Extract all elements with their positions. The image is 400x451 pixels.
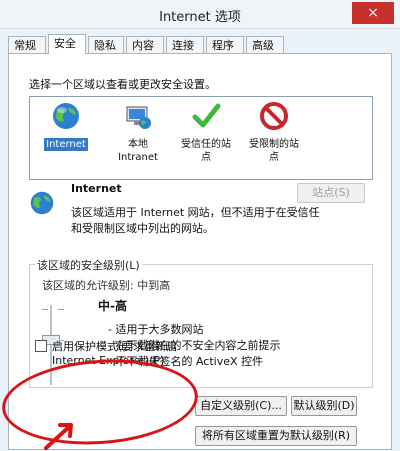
- zone-restricted-sites[interactable]: 受限制的站 点: [242, 101, 306, 164]
- red-annotation-arrow-icon: [44, 423, 73, 450]
- sites-button[interactable]: 站点(S): [297, 183, 365, 203]
- globe-icon: [30, 191, 54, 215]
- zone-prompt: 选择一个区域以查看或更改安全设置。: [29, 78, 216, 91]
- protected-mode-checkbox[interactable]: [35, 340, 47, 352]
- tab-general[interactable]: 常规: [8, 36, 46, 53]
- zone-trusted-sites[interactable]: 受信任的站 点: [174, 101, 238, 164]
- zone-label: 受限制的站: [249, 139, 299, 150]
- security-level-group-title: 该区域的安全级别(L): [35, 257, 142, 273]
- zone-label-line2: Intranet: [118, 152, 158, 163]
- custom-level-button[interactable]: 自定义级别(C)...: [195, 396, 287, 416]
- title-bar: Internet 选项 ×: [0, 0, 400, 29]
- tab-content[interactable]: 内容: [126, 36, 164, 53]
- slider-tick: [58, 309, 64, 310]
- close-button[interactable]: ×: [352, 2, 394, 24]
- slider-tick: [42, 309, 48, 310]
- zone-label: 受信任的站: [181, 139, 231, 150]
- prohibited-icon: [260, 102, 288, 130]
- tab-advanced[interactable]: 高级: [246, 36, 284, 53]
- zone-label-line2: 点: [201, 152, 211, 163]
- tab-programs[interactable]: 程序: [206, 36, 244, 53]
- intranet-computer-icon: [126, 106, 151, 129]
- zone-label: Internet: [44, 138, 88, 151]
- zone-internet[interactable]: Internet: [34, 101, 98, 151]
- security-level-name: 中-高: [98, 299, 127, 313]
- zone-local-intranet[interactable]: 本地 Intranet: [106, 101, 170, 164]
- reset-all-zones-button[interactable]: 将所有区域重置为默认级别(R): [195, 426, 357, 446]
- tab-privacy[interactable]: 隐私: [88, 36, 124, 53]
- level-bullet: - 适用于大多数网站: [108, 323, 204, 336]
- checkmark-icon: [192, 103, 221, 128]
- default-level-button[interactable]: 默认级别(D): [291, 396, 357, 416]
- zone-label: 本地: [128, 139, 148, 150]
- zone-list: Internet 本地 Intranet 受信任的站 点 受限制的站 点: [29, 96, 373, 180]
- zone-heading: Internet: [71, 182, 122, 195]
- tab-connections[interactable]: 连接: [166, 36, 204, 53]
- tab-security[interactable]: 安全: [48, 34, 86, 54]
- zone-description-line2: 和受限制区域中列出的网站。: [71, 222, 214, 235]
- allowed-levels-label: 该区域的允许级别: 中到高: [42, 279, 171, 292]
- zone-label-line2: 点: [269, 152, 279, 163]
- protected-mode-label-line1: 启用保护模式(要求重新启: [52, 340, 178, 353]
- window-title: Internet 选项: [159, 10, 241, 25]
- zone-description-line1: 该区域适用于 Internet 网站，但不适用于在受信任: [71, 206, 320, 219]
- globe-icon: [53, 103, 79, 129]
